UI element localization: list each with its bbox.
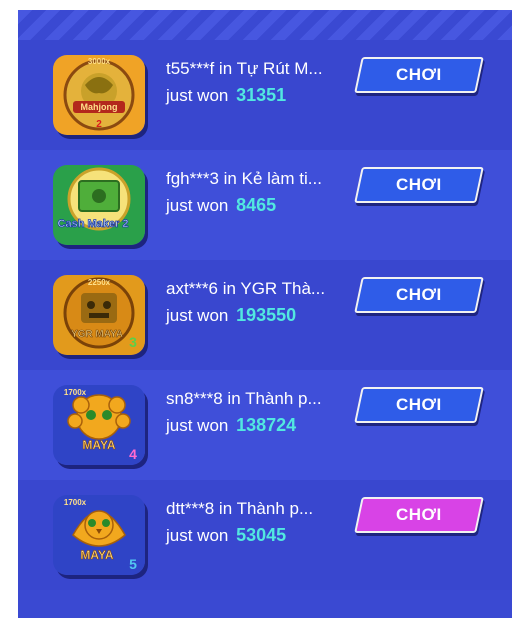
play-button[interactable]: CHƠI <box>354 57 484 93</box>
just-won-label: just won <box>166 416 229 435</box>
svg-text:2250x: 2250x <box>88 278 111 287</box>
play-button-label: CHƠI <box>396 65 442 84</box>
win-amount: 53045 <box>236 525 287 545</box>
win-title: t55***f in Tự Rút M... <box>166 59 323 78</box>
svg-text:3000x: 3000x <box>88 57 111 66</box>
just-won-label: just won <box>166 196 229 215</box>
win-title: sn8***8 in Thành p... <box>166 389 322 408</box>
win-row: 1700x MAYA 5 dtt***8 in Thành p... just … <box>18 480 512 590</box>
svg-text:2: 2 <box>96 119 102 130</box>
svg-text:1700x: 1700x <box>64 498 87 507</box>
win-title: axt***6 in YGR Thà... <box>166 279 326 298</box>
recent-wins-panel: 3000x Mahjong 2 t55***f in Tự Rút M... j… <box>18 10 512 618</box>
svg-text:Cash Maker 2: Cash Maker 2 <box>58 218 129 230</box>
svg-text:5: 5 <box>129 556 137 572</box>
win-info: axt***6 in YGR Thà... just won 193550 <box>166 278 356 329</box>
just-won-label: just won <box>166 306 229 325</box>
win-line: just won 138724 <box>166 412 356 439</box>
svg-text:4: 4 <box>129 446 137 462</box>
ygr-maya-3-game-icon[interactable]: 2250x YGR MAYA 3 <box>53 275 145 355</box>
play-button-label: CHƠI <box>396 285 442 304</box>
win-line: just won 8465 <box>166 192 356 219</box>
win-amount: 138724 <box>236 415 297 435</box>
just-won-label: just won <box>166 526 229 545</box>
mahjong-game-icon[interactable]: 3000x Mahjong 2 <box>53 55 145 135</box>
win-title: dtt***8 in Thành p... <box>166 499 314 518</box>
svg-text:3: 3 <box>129 334 137 350</box>
play-button[interactable]: CHƠI <box>354 167 484 203</box>
play-button-label: CHƠI <box>396 175 442 194</box>
header-stripe <box>18 10 512 40</box>
play-button[interactable]: CHƠI <box>354 387 484 423</box>
win-amount: 31351 <box>236 85 287 105</box>
win-line: just won 31351 <box>166 82 356 109</box>
win-amount: 8465 <box>236 195 277 215</box>
win-row: 1700x MAYA 4 sn8***8 in Thành p... just … <box>18 370 512 480</box>
svg-text:YGR MAYA: YGR MAYA <box>71 329 123 340</box>
win-info: t55***f in Tự Rút M... just won 31351 <box>166 58 356 109</box>
svg-text:MAYA: MAYA <box>82 438 115 452</box>
cash-maker-2-game-icon[interactable]: Cash Maker 2 <box>53 165 145 245</box>
play-button-label: CHƠI <box>396 505 442 524</box>
win-row: 2250x YGR MAYA 3 axt***6 in YGR Thà... j… <box>18 260 512 370</box>
just-won-label: just won <box>166 86 229 105</box>
win-title: fgh***3 in Kẻ làm ti... <box>166 169 322 188</box>
win-amount: 193550 <box>236 305 297 325</box>
win-row: 3000x Mahjong 2 t55***f in Tự Rút M... j… <box>18 40 512 150</box>
win-info: fgh***3 in Kẻ làm ti... just won 8465 <box>166 168 356 219</box>
svg-text:1700x: 1700x <box>64 388 87 397</box>
play-button-label: CHƠI <box>396 395 442 414</box>
maya-golden-city-5-game-icon[interactable]: 1700x MAYA 5 <box>53 495 145 575</box>
win-line: just won 193550 <box>166 302 356 329</box>
win-info: dtt***8 in Thành p... just won 53045 <box>166 498 356 549</box>
svg-text:Mahjong: Mahjong <box>81 102 118 112</box>
win-row: Cash Maker 2 fgh***3 in Kẻ làm ti... jus… <box>18 150 512 260</box>
play-button[interactable]: CHƠI <box>354 277 484 313</box>
win-line: just won 53045 <box>166 522 356 549</box>
play-button-active[interactable]: CHƠI <box>354 497 484 533</box>
win-info: sn8***8 in Thành p... just won 138724 <box>166 388 356 439</box>
maya-golden-city-4-game-icon[interactable]: 1700x MAYA 4 <box>53 385 145 465</box>
svg-text:MAYA: MAYA <box>80 548 113 562</box>
